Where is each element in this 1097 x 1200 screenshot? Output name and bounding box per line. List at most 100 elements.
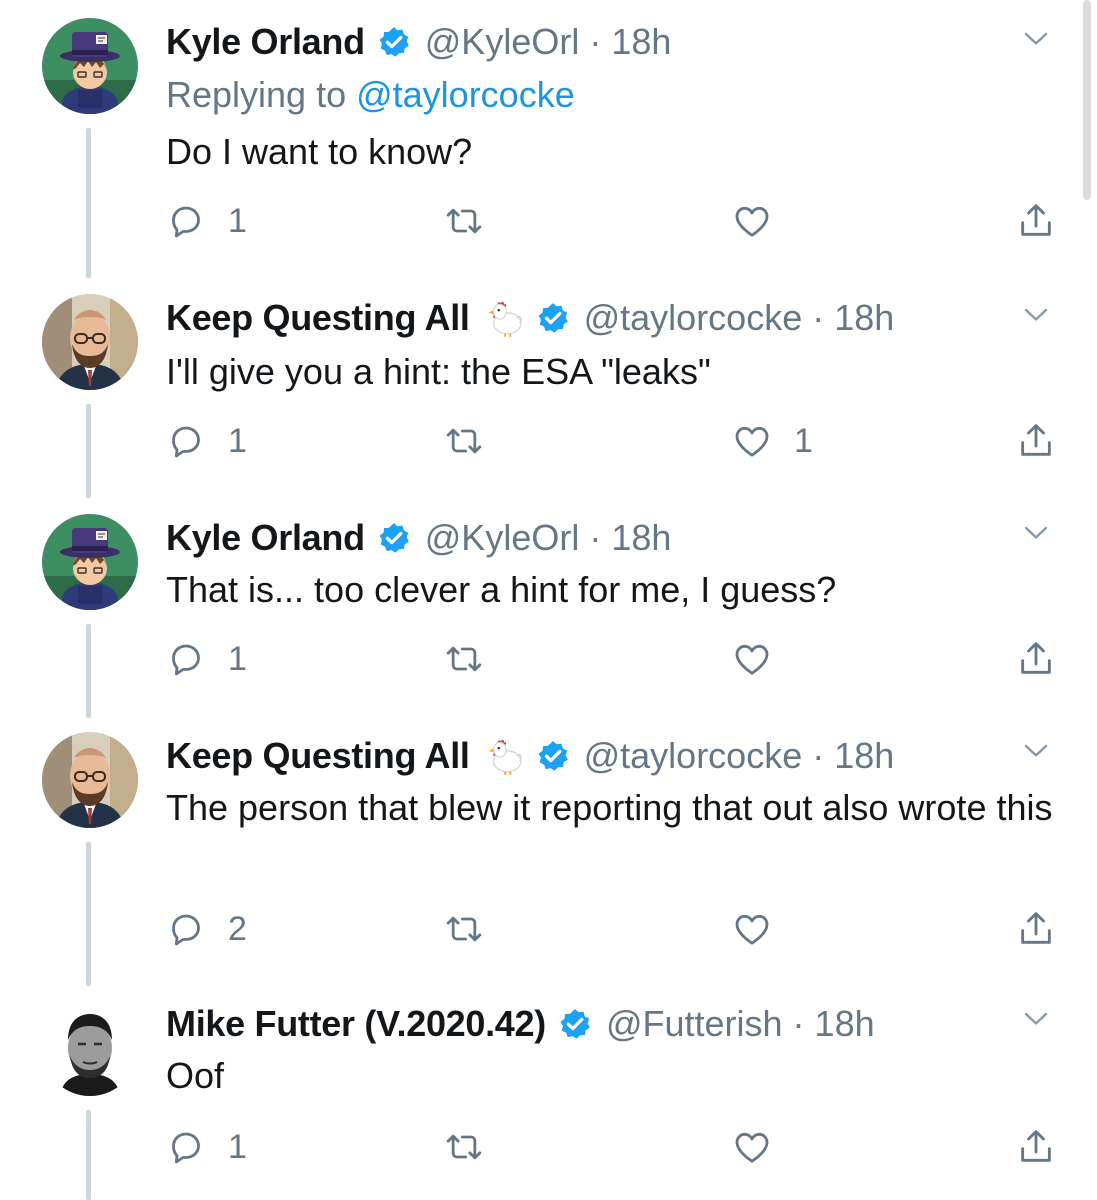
avatar[interactable]: [42, 514, 138, 610]
chevron-down-icon[interactable]: [1021, 1004, 1051, 1034]
timestamp[interactable]: 18h: [834, 297, 894, 339]
tweet-header: Keep Questing All @taylorcocke · 18h: [166, 294, 894, 342]
username[interactable]: @KyleOrl: [425, 517, 580, 559]
timestamp[interactable]: 18h: [611, 517, 671, 559]
like-button[interactable]: [732, 1124, 794, 1170]
like-button[interactable]: [732, 198, 794, 244]
thread-line: [86, 128, 91, 278]
verified-badge-icon: [377, 25, 411, 59]
share-button[interactable]: [1016, 636, 1056, 682]
display-name[interactable]: Keep Questing All: [166, 297, 470, 339]
separator-dot: ·: [812, 735, 825, 776]
display-name[interactable]: Kyle Orland: [166, 517, 365, 559]
tweet[interactable]: Keep Questing All @taylorcocke · 18h I'l…: [0, 282, 1097, 500]
verified-badge-icon: [377, 521, 411, 555]
like-button[interactable]: [732, 636, 794, 682]
avatar[interactable]: [42, 732, 138, 828]
like-count: 1: [794, 421, 813, 460]
verified-badge-icon: [536, 739, 570, 773]
chevron-down-icon[interactable]: [1021, 300, 1051, 330]
retweet-button[interactable]: [444, 1124, 506, 1170]
retweet-button[interactable]: [444, 906, 506, 952]
tweet-header: Kyle Orland @KyleOrl · 18h: [166, 514, 671, 562]
thread-line: [86, 1110, 91, 1200]
tweet-header: Keep Questing All @taylorcocke · 18h: [166, 732, 894, 780]
heart-icon: [732, 1127, 772, 1167]
username[interactable]: @Futterish: [606, 1003, 783, 1045]
mention-link[interactable]: @taylorcocke: [356, 74, 575, 115]
reply-count: 1: [228, 421, 247, 460]
share-button[interactable]: [1016, 1124, 1056, 1170]
display-name[interactable]: Mike Futter (V.2020.42): [166, 1003, 546, 1045]
share-icon: [1016, 1127, 1056, 1167]
tweet-thread: Kyle Orland @KyleOrl · 18h Replying to @…: [0, 0, 1097, 1200]
retweet-icon: [444, 421, 484, 461]
display-name[interactable]: Keep Questing All: [166, 735, 470, 777]
tweet-header: Kyle Orland @KyleOrl · 18h: [166, 18, 671, 66]
like-button[interactable]: [732, 906, 794, 952]
tweet-text: I'll give you a hint: the ESA "leaks": [166, 351, 711, 392]
reply-count: 1: [228, 201, 247, 240]
timestamp[interactable]: 18h: [815, 1003, 875, 1045]
username[interactable]: @KyleOrl: [425, 21, 580, 63]
separator-dot: ·: [589, 517, 602, 558]
retweet-icon: [444, 201, 484, 241]
username[interactable]: @taylorcocke: [584, 297, 803, 339]
avatar[interactable]: [42, 1000, 138, 1096]
tweet-text: Oof: [166, 1055, 225, 1096]
display-name[interactable]: Kyle Orland: [166, 21, 365, 63]
reply-button[interactable]: 1: [166, 636, 247, 682]
timestamp[interactable]: 18h: [834, 735, 894, 777]
retweet-button[interactable]: [444, 418, 506, 464]
separator-dot: ·: [812, 297, 825, 338]
thread-line: [86, 842, 91, 986]
reply-count: 1: [228, 1127, 247, 1166]
chevron-down-icon[interactable]: [1021, 518, 1051, 548]
share-button[interactable]: [1016, 418, 1056, 464]
action-bar: 1: [166, 1124, 1061, 1170]
username[interactable]: @taylorcocke: [584, 735, 803, 777]
tweet[interactable]: Kyle Orland @KyleOrl · 18h Replying to @…: [0, 0, 1097, 282]
reply-count: 2: [228, 909, 247, 948]
chicken-emoji: [482, 735, 524, 777]
like-button[interactable]: 1: [732, 418, 813, 464]
scrollbar[interactable]: [1083, 0, 1091, 200]
heart-icon: [732, 201, 772, 241]
action-bar: 1: [166, 636, 1061, 682]
tweet-text: Do I want to know?: [166, 131, 473, 172]
tweet[interactable]: Keep Questing All @taylorcocke · 18h The…: [0, 718, 1097, 986]
tweet[interactable]: Mike Futter (V.2020.42) @Futterish · 18h…: [0, 986, 1097, 1200]
tweet-header: Mike Futter (V.2020.42) @Futterish · 18h: [166, 1000, 875, 1048]
avatar[interactable]: [42, 18, 138, 114]
heart-icon: [732, 909, 772, 949]
speech-bubble-icon: [166, 1127, 206, 1167]
timestamp[interactable]: 18h: [611, 21, 671, 63]
verified-badge-icon: [536, 301, 570, 335]
tweet[interactable]: Kyle Orland @KyleOrl · 18h That is... to…: [0, 500, 1097, 718]
retweet-button[interactable]: [444, 198, 506, 244]
avatar[interactable]: [42, 294, 138, 390]
chevron-down-icon[interactable]: [1021, 736, 1051, 766]
reply-button[interactable]: 2: [166, 906, 247, 952]
heart-icon: [732, 639, 772, 679]
share-button[interactable]: [1016, 906, 1056, 952]
verified-badge-icon: [558, 1007, 592, 1041]
separator-dot: ·: [792, 1003, 805, 1044]
share-button[interactable]: [1016, 198, 1056, 244]
reply-button[interactable]: 1: [166, 1124, 247, 1170]
chicken-emoji: [482, 297, 524, 339]
reply-button[interactable]: 1: [166, 418, 247, 464]
action-bar: 1 1: [166, 418, 1061, 464]
share-icon: [1016, 201, 1056, 241]
tweet-text: That is... too clever a hint for me, I g…: [166, 569, 837, 610]
retweet-icon: [444, 639, 484, 679]
speech-bubble-icon: [166, 201, 206, 241]
reply-button[interactable]: 1: [166, 198, 247, 244]
separator-dot: ·: [589, 21, 602, 62]
retweet-button[interactable]: [444, 636, 506, 682]
speech-bubble-icon: [166, 639, 206, 679]
share-icon: [1016, 421, 1056, 461]
chevron-down-icon[interactable]: [1021, 24, 1051, 54]
action-bar: 2: [166, 906, 1061, 952]
replying-to: Replying to @taylorcocke: [166, 74, 575, 116]
